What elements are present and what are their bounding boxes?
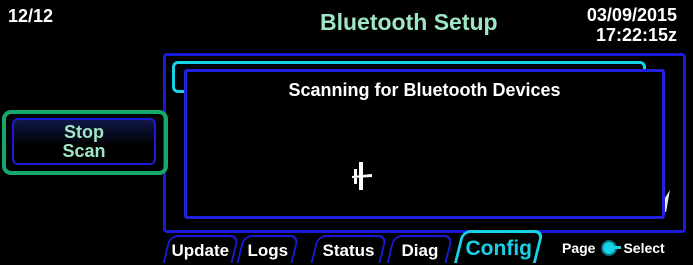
date-text: 03/09/2015 [586,5,677,25]
stop-scan-label-line1: Stop [64,121,104,142]
airplane-icon [352,162,372,190]
select-label: Select [623,240,665,256]
stop-scan-label-line2: Scan [62,140,106,161]
time-text: 17:22:15z [595,25,677,45]
tab-bar: Update Logs Status Diag Config [162,230,545,263]
tab-status[interactable]: Status [310,235,388,263]
tab-diag[interactable]: Diag [386,235,454,263]
date-time: 03/09/2015 17:22:15z [587,5,677,45]
page-counter: 12/12 [8,6,54,26]
scanning-dialog: Scanning for Bluetooth Devices [184,69,665,219]
tab-logs[interactable]: Logs [236,235,300,263]
knob-icon [601,240,622,256]
scanning-message: Scanning for Bluetooth Devices [288,80,561,100]
page-label: Page [562,240,596,256]
stop-scan-button-face[interactable]: Stop Scan [12,118,156,165]
footer-hint: Page Select [562,240,665,256]
stop-scan-button[interactable]: Stop Scan [2,110,168,175]
tab-update[interactable]: Update [162,235,240,263]
page-title: Bluetooth Setup [320,9,498,35]
tab-config[interactable]: Config [453,230,545,263]
